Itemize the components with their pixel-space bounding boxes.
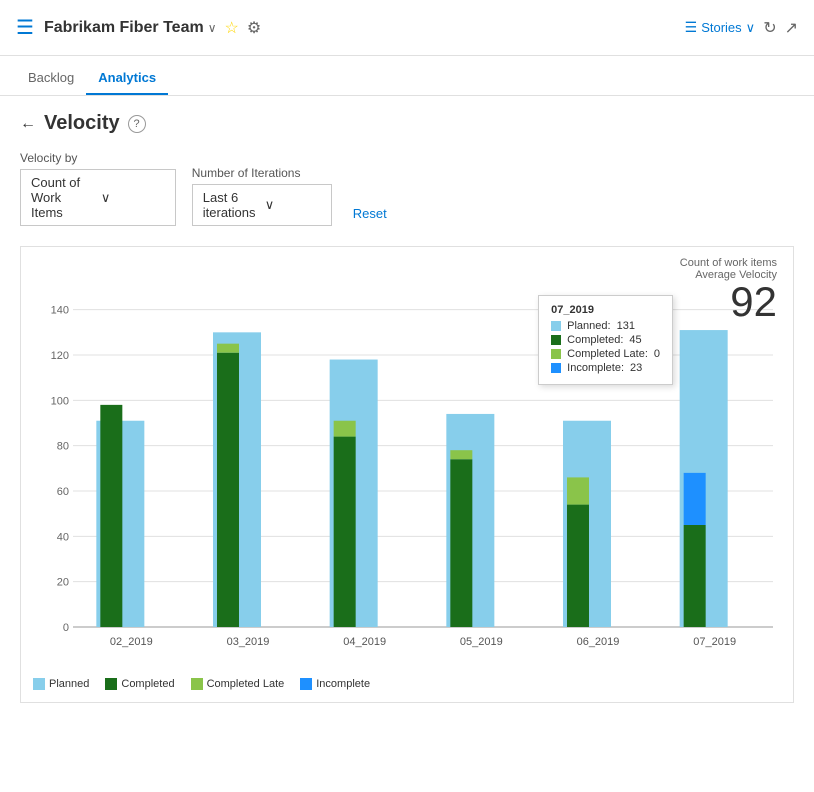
svg-text:120: 120 (51, 350, 69, 362)
svg-text:04_2019: 04_2019 (343, 636, 386, 648)
filters: Velocity by Count of Work Items ∨ Number… (20, 151, 794, 226)
nav-tabs: Backlog Analytics (0, 56, 814, 96)
back-button[interactable]: ← (20, 115, 36, 133)
svg-text:03_2019: 03_2019 (227, 636, 270, 648)
svg-text:20: 20 (57, 577, 69, 589)
tooltip-completed-label: Completed: (567, 334, 623, 346)
legend-swatch (33, 678, 45, 690)
tooltip-incomplete-row: Incomplete: 23 (551, 362, 660, 374)
stories-button[interactable]: ☰ Stories ∨ (685, 19, 756, 36)
header-right: ☰ Stories ∨ ↻ ↗ (685, 18, 798, 38)
tooltip-completed-row: Completed: 45 (551, 334, 660, 346)
legend-item: Planned (33, 678, 89, 690)
chart-meta-label: Count of work items (680, 257, 777, 269)
tooltip-completed-late-value: 0 (654, 348, 660, 360)
svg-text:100: 100 (51, 395, 69, 407)
legend-item: Completed Late (191, 678, 285, 690)
svg-text:06_2019: 06_2019 (577, 636, 620, 648)
expand-icon[interactable]: ↗ (785, 18, 798, 38)
refresh-icon[interactable]: ↻ (763, 18, 776, 38)
legend-label: Completed Late (207, 678, 285, 690)
svg-text:02_2019: 02_2019 (110, 636, 153, 648)
tab-backlog[interactable]: Backlog (16, 62, 86, 95)
page-content: ← Velocity ? Velocity by Count of Work I… (0, 96, 814, 719)
tooltip-completed-value: 45 (629, 334, 641, 346)
legend-label: Planned (49, 678, 89, 690)
team-members-icon[interactable]: ⚙ (247, 18, 261, 38)
iterations-select[interactable]: Last 6 iterations ∨ (192, 184, 332, 226)
svg-text:80: 80 (57, 441, 69, 453)
tooltip-incomplete-label: Incomplete: (567, 362, 624, 374)
velocity-by-value: Count of Work Items (31, 175, 95, 220)
velocity-chart: 0 20 40 60 80 100 120 140 02_2019 03_2019 04_2019 0… (33, 267, 793, 667)
app-icon: ☰ (16, 15, 34, 40)
tooltip-title: 07_2019 (551, 304, 660, 316)
team-chevron-icon[interactable]: ∨ (208, 21, 217, 35)
page-header: ← Velocity ? (20, 112, 794, 135)
tooltip-planned-label: Planned: (567, 320, 610, 332)
legend-label: Completed (121, 678, 174, 690)
chart-meta-value: 92 (680, 281, 777, 323)
velocity-by-select[interactable]: Count of Work Items ∨ (20, 169, 176, 226)
help-icon[interactable]: ? (128, 115, 146, 133)
tooltip-planned-swatch (551, 321, 561, 331)
svg-text:60: 60 (57, 486, 69, 498)
team-name: Fabrikam Fiber Team (44, 19, 204, 37)
svg-text:07_2019: 07_2019 (693, 636, 736, 648)
svg-text:05_2019: 05_2019 (460, 636, 503, 648)
header-controls: ∨ ☆ ⚙ (208, 18, 261, 38)
tooltip-completed-late-row: Completed Late: 0 (551, 348, 660, 360)
velocity-by-filter: Velocity by Count of Work Items ∨ (20, 151, 176, 226)
velocity-by-chevron-icon: ∨ (101, 190, 165, 206)
legend-swatch (105, 678, 117, 690)
tooltip-planned-row: Planned: 131 (551, 320, 660, 332)
tab-analytics[interactable]: Analytics (86, 62, 168, 95)
svg-text:40: 40 (57, 531, 69, 543)
stories-label: Stories (701, 20, 741, 35)
favorite-icon[interactable]: ☆ (225, 18, 239, 38)
iterations-value: Last 6 iterations (203, 190, 259, 220)
tooltip-planned-value: 131 (617, 320, 635, 332)
legend-item: Incomplete (300, 678, 370, 690)
header: ☰ Fabrikam Fiber Team ∨ ☆ ⚙ ☰ Stories ∨ … (0, 0, 814, 56)
iterations-label: Number of Iterations (192, 166, 332, 180)
tooltip-completed-late-label: Completed Late: (567, 348, 648, 360)
svg-text:140: 140 (51, 305, 69, 317)
chart-area: Count of work items Average Velocity 92 … (20, 246, 794, 703)
legend-swatch (300, 678, 312, 690)
stories-icon: ☰ (685, 19, 698, 36)
legend-item: Completed (105, 678, 174, 690)
tooltip-incomplete-swatch (551, 363, 561, 373)
tooltip-completed-swatch (551, 335, 561, 345)
chart-meta: Count of work items Average Velocity 92 (680, 257, 777, 323)
iterations-chevron-icon: ∨ (265, 197, 321, 213)
stories-chevron-icon: ∨ (746, 20, 756, 36)
legend-label: Incomplete (316, 678, 370, 690)
chart-legend: Planned Completed Completed Late Incomplete (33, 670, 781, 690)
legend-swatch (191, 678, 203, 690)
chart-tooltip: 07_2019 Planned: 131 Completed: 45 Compl… (538, 295, 673, 385)
tooltip-completed-late-swatch (551, 349, 561, 359)
reset-button[interactable]: Reset (348, 201, 392, 226)
tooltip-incomplete-value: 23 (630, 362, 642, 374)
svg-text:0: 0 (63, 622, 69, 634)
iterations-filter: Number of Iterations Last 6 iterations ∨ (192, 166, 332, 226)
velocity-by-label: Velocity by (20, 151, 176, 165)
page-title: Velocity (44, 112, 120, 135)
